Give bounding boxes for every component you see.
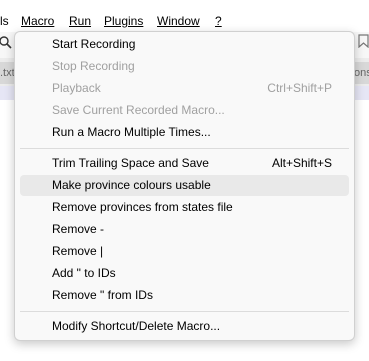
- menu-run[interactable]: Run: [69, 12, 91, 30]
- menu-item-stop-recording[interactable]: Stop Recording: [20, 56, 349, 77]
- menu-item-label: Remove provinces from states file: [52, 200, 233, 214]
- menu-item-label: Save Current Recorded Macro...: [52, 103, 225, 117]
- menu-item-remove-provinces[interactable]: Remove provinces from states file: [20, 197, 349, 218]
- menu-item-remove-dash[interactable]: Remove -: [20, 219, 349, 240]
- menu-item-run-multiple-times[interactable]: Run a Macro Multiple Times...: [20, 122, 349, 143]
- menu-item-label: Make province colours usable: [52, 178, 211, 192]
- menu-item-shortcut: Ctrl+Shift+P: [267, 81, 332, 95]
- menu-macro[interactable]: Macro: [21, 12, 54, 30]
- menu-item-modify-shortcut[interactable]: Modify Shortcut/Delete Macro...: [20, 316, 349, 337]
- bookmark-icon[interactable]: [358, 34, 369, 48]
- menu-tools-fragment[interactable]: ls: [0, 12, 9, 30]
- menu-item-start-recording[interactable]: Start Recording: [20, 34, 349, 55]
- menu-item-label: Remove -: [52, 222, 105, 236]
- menu-item-label: Trim Trailing Space and Save: [52, 156, 209, 170]
- menu-item-playback[interactable]: Playback Ctrl+Shift+P: [20, 78, 349, 99]
- menu-plugins[interactable]: Plugins: [104, 12, 143, 30]
- menu-item-label: Modify Shortcut/Delete Macro...: [52, 319, 221, 333]
- menu-item-remove-quote-from-ids[interactable]: Remove " from IDs: [20, 285, 349, 306]
- menu-item-label: Remove " from IDs: [52, 288, 153, 302]
- menu-item-shortcut: Alt+Shift+S: [271, 156, 332, 170]
- tab-left-label: .txt: [0, 67, 15, 79]
- menu-item-label: Run a Macro Multiple Times...: [52, 125, 211, 139]
- menu-item-label: Start Recording: [52, 37, 136, 51]
- menu-item-save-recorded-macro[interactable]: Save Current Recorded Macro...: [20, 100, 349, 121]
- menu-bar: ls Macro Run Plugins Window ?: [0, 0, 369, 32]
- menu-item-label: Add " to IDs: [52, 266, 116, 280]
- menu-help[interactable]: ?: [215, 12, 222, 30]
- menu-item-trim-trailing-space[interactable]: Trim Trailing Space and Save Alt+Shift+S: [20, 153, 349, 174]
- tab-right-label: ons: [354, 67, 369, 79]
- macro-menu: Start Recording Stop Recording Playback …: [14, 31, 355, 341]
- menu-item-add-quote-to-ids[interactable]: Add " to IDs: [20, 263, 349, 284]
- menu-item-label: Stop Recording: [52, 59, 135, 73]
- menu-window[interactable]: Window: [157, 12, 200, 30]
- menu-item-label: Remove |: [52, 244, 104, 258]
- search-icon[interactable]: [0, 35, 12, 49]
- menu-item-make-province-colours[interactable]: Make province colours usable: [20, 175, 349, 196]
- menu-item-label: Playback: [52, 81, 101, 95]
- menu-separator: [20, 311, 349, 312]
- menu-separator: [20, 148, 349, 149]
- menu-item-remove-pipe[interactable]: Remove |: [20, 241, 349, 262]
